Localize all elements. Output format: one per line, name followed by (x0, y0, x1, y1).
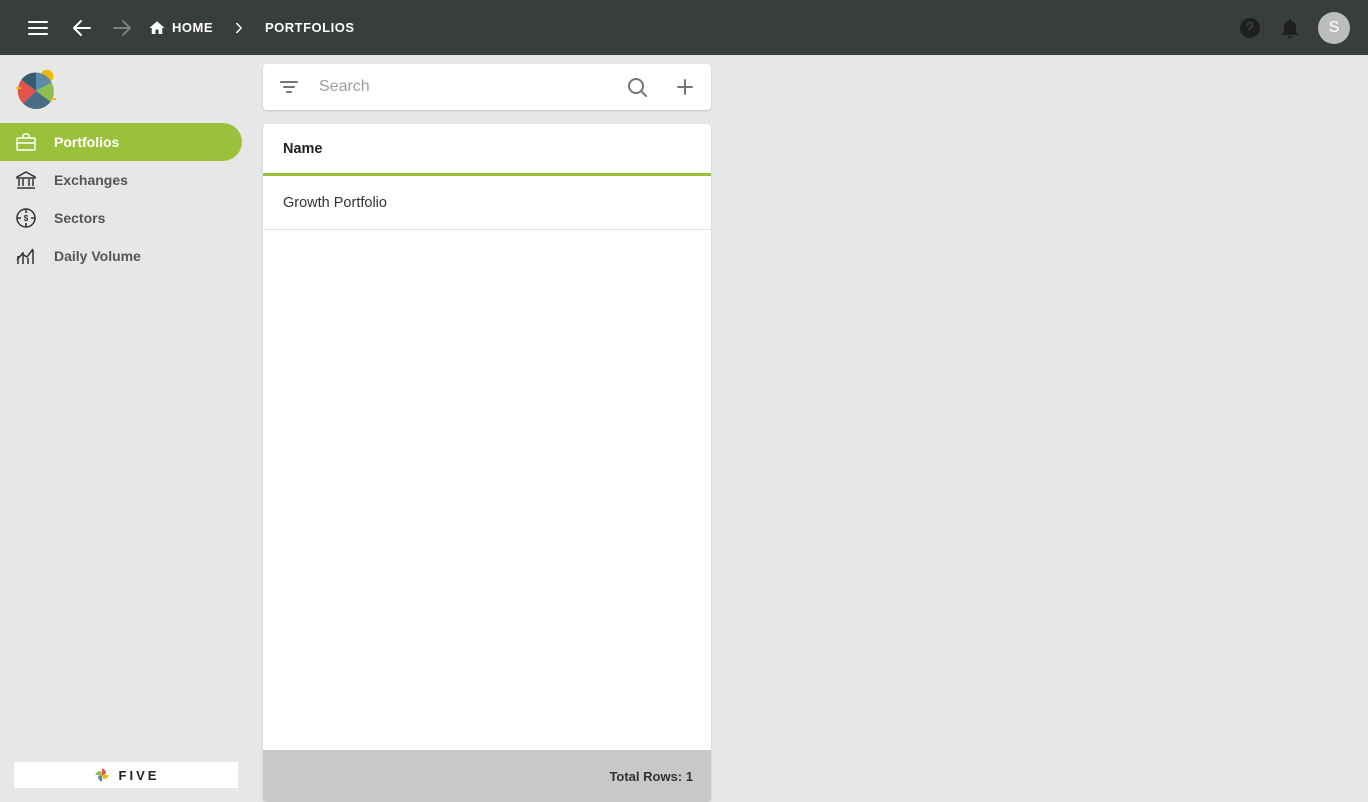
search-bar (263, 64, 711, 110)
help-button[interactable] (1230, 8, 1270, 48)
pie-chart-icon (14, 67, 58, 111)
avatar[interactable]: S (1318, 12, 1350, 44)
list-footer: Total Rows: 1 (263, 750, 711, 802)
target-icon: $ (14, 206, 38, 230)
footer-brand-label: FIVE (119, 768, 160, 783)
sidebar-item-daily-volume[interactable]: Daily Volume (0, 237, 242, 275)
breadcrumb-separator (219, 19, 259, 37)
app-logo (0, 55, 242, 123)
bell-icon (1278, 16, 1302, 40)
footer-brand[interactable]: FIVE (14, 762, 238, 788)
filter-icon[interactable] (277, 75, 301, 99)
list-row[interactable]: Growth Portfolio (263, 176, 711, 230)
briefcase-icon (14, 130, 38, 154)
search-input[interactable] (319, 78, 607, 96)
list-footer-count: 1 (686, 769, 693, 784)
list-body: Growth Portfolio (263, 176, 711, 750)
breadcrumb: HOME PORTFOLIOS (142, 19, 361, 37)
portfolio-list: Name Growth Portfolio Total Rows: 1 (263, 124, 711, 802)
sidebar: Portfolios Exchanges $ Sectors Daily Vol… (0, 55, 242, 802)
list-footer-label: Total Rows: (609, 769, 682, 784)
main-column: Name Growth Portfolio Total Rows: 1 (263, 55, 711, 802)
pinwheel-icon (93, 766, 111, 784)
forward-button[interactable] (102, 8, 142, 48)
help-icon (1238, 16, 1262, 40)
sidebar-item-sectors[interactable]: $ Sectors (0, 199, 242, 237)
hamburger-icon (26, 16, 50, 40)
list-row-name: Growth Portfolio (283, 195, 387, 211)
topbar: HOME PORTFOLIOS S (0, 0, 1368, 55)
sidebar-item-label: Exchanges (54, 172, 128, 188)
arrow-right-icon (110, 16, 134, 40)
list-header[interactable]: Name (263, 124, 711, 176)
breadcrumb-current-label: PORTFOLIOS (265, 20, 355, 35)
chart-icon (14, 244, 38, 268)
sidebar-item-label: Sectors (54, 210, 105, 226)
menu-button[interactable] (18, 8, 58, 48)
sidebar-item-exchanges[interactable]: Exchanges (0, 161, 242, 199)
breadcrumb-home[interactable]: HOME (142, 19, 219, 37)
svg-text:$: $ (24, 214, 29, 223)
breadcrumb-current[interactable]: PORTFOLIOS (259, 20, 361, 35)
back-button[interactable] (62, 8, 102, 48)
sidebar-item-portfolios[interactable]: Portfolios (0, 123, 242, 161)
home-icon (148, 19, 166, 37)
avatar-initial: S (1329, 19, 1340, 37)
list-header-name: Name (283, 141, 323, 157)
add-icon[interactable] (673, 75, 697, 99)
sidebar-item-label: Portfolios (54, 134, 119, 150)
search-icon[interactable] (625, 75, 649, 99)
sidebar-nav: Portfolios Exchanges $ Sectors Daily Vol… (0, 123, 242, 275)
chevron-right-icon (230, 19, 248, 37)
sidebar-item-label: Daily Volume (54, 248, 141, 264)
breadcrumb-home-label: HOME (172, 20, 213, 35)
notifications-button[interactable] (1270, 8, 1310, 48)
bank-icon (14, 168, 38, 192)
topbar-actions: S (1230, 8, 1350, 48)
arrow-left-icon (70, 16, 94, 40)
